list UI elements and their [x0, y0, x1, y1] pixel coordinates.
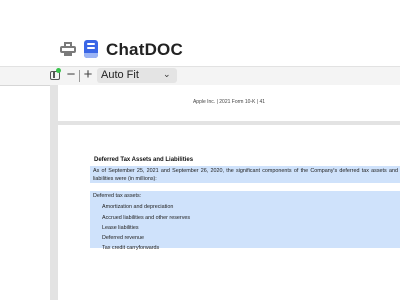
document-viewer[interactable]: Apple Inc. | 2021 Form 10-K | 41 Deferre… [50, 85, 400, 300]
zoom-mode-select[interactable]: Auto Fit ⌄ [97, 68, 177, 83]
table-row: Amortization and depreciation [102, 204, 174, 210]
document-page: Apple Inc. | 2021 Form 10-K | 41 [58, 85, 400, 121]
intro-paragraph: As of September 25, 2021 and September 2… [93, 168, 398, 182]
table-row: Accrued liabilities and other reserves [102, 214, 191, 221]
sidebar-toggle-bar [53, 72, 55, 78]
chevron-down-icon: ⌄ [163, 69, 171, 79]
logo-line-1 [87, 43, 95, 45]
zoom-in-button[interactable]: + [82, 67, 94, 83]
page-footer: Apple Inc. | 2021 Form 10-K | 41 [192, 99, 266, 105]
document-page: Deferred Tax Assets and Liabilities As o… [58, 125, 400, 300]
table-row: Deferred revenue [102, 235, 144, 241]
printer-tray [64, 52, 72, 56]
status-dot [56, 68, 61, 73]
sidebar-toggle-icon[interactable] [50, 68, 61, 80]
zoom-mode-value: Auto Fit [101, 69, 139, 81]
chatdoc-logo-icon [84, 40, 98, 58]
section-heading: Deferred Tax Assets and Liabilities [94, 157, 194, 163]
logo-line-2 [87, 47, 95, 49]
table-row: Lease liabilities [102, 225, 139, 231]
zoom-out-button[interactable]: − [66, 67, 76, 82]
printer-icon[interactable] [60, 42, 76, 56]
app-title: ChatDOC [106, 40, 183, 59]
table-group-label: Deferred tax assets: [93, 193, 142, 199]
toolbar-divider [79, 70, 80, 82]
toolbar: − + Auto Fit ⌄ [0, 66, 400, 86]
table-row: Tax credit carryforwards [102, 245, 160, 251]
title-bar: ChatDOC [0, 0, 400, 66]
logo-base [84, 53, 98, 58]
